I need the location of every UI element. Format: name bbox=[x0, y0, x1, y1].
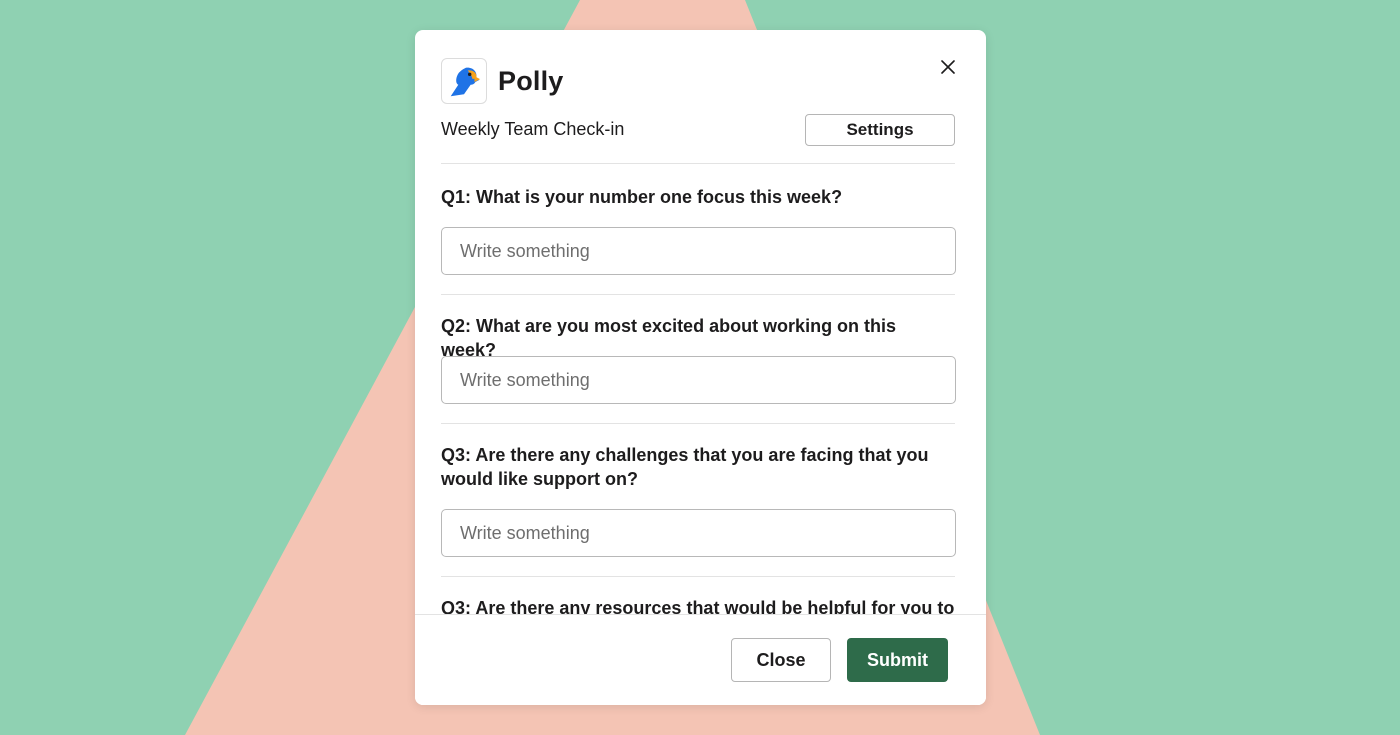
question-3-label: Q3: Are there any challenges that you ar… bbox=[441, 445, 929, 489]
divider bbox=[441, 423, 955, 424]
submit-button[interactable]: Submit bbox=[847, 638, 948, 682]
question-1-input[interactable] bbox=[441, 227, 956, 275]
question-2-label: Q2: What are you most excited about work… bbox=[441, 316, 897, 360]
modal-body: Polly Weekly Team Check-in Settings Q1: … bbox=[415, 30, 986, 614]
close-button[interactable]: Close bbox=[731, 638, 831, 682]
page-background: Polly Weekly Team Check-in Settings Q1: … bbox=[0, 0, 1400, 735]
divider bbox=[441, 163, 955, 164]
question-2-input[interactable] bbox=[441, 356, 956, 404]
question-3-input[interactable] bbox=[441, 509, 956, 557]
divider bbox=[441, 294, 955, 295]
divider bbox=[441, 576, 955, 577]
modal-subtitle: Weekly Team Check-in bbox=[441, 119, 625, 139]
question-4-label: Q3: Are there any resources that would b… bbox=[441, 598, 955, 614]
app-name: Polly bbox=[498, 65, 564, 96]
question-1-label: Q1: What is your number one focus this w… bbox=[441, 187, 843, 207]
polly-logo-icon bbox=[441, 58, 487, 104]
settings-button[interactable]: Settings bbox=[805, 114, 955, 146]
modal-footer: Close Submit bbox=[415, 614, 986, 705]
close-icon[interactable] bbox=[935, 54, 961, 80]
modal-header: Polly bbox=[441, 56, 564, 106]
checkin-modal: Polly Weekly Team Check-in Settings Q1: … bbox=[415, 30, 986, 705]
